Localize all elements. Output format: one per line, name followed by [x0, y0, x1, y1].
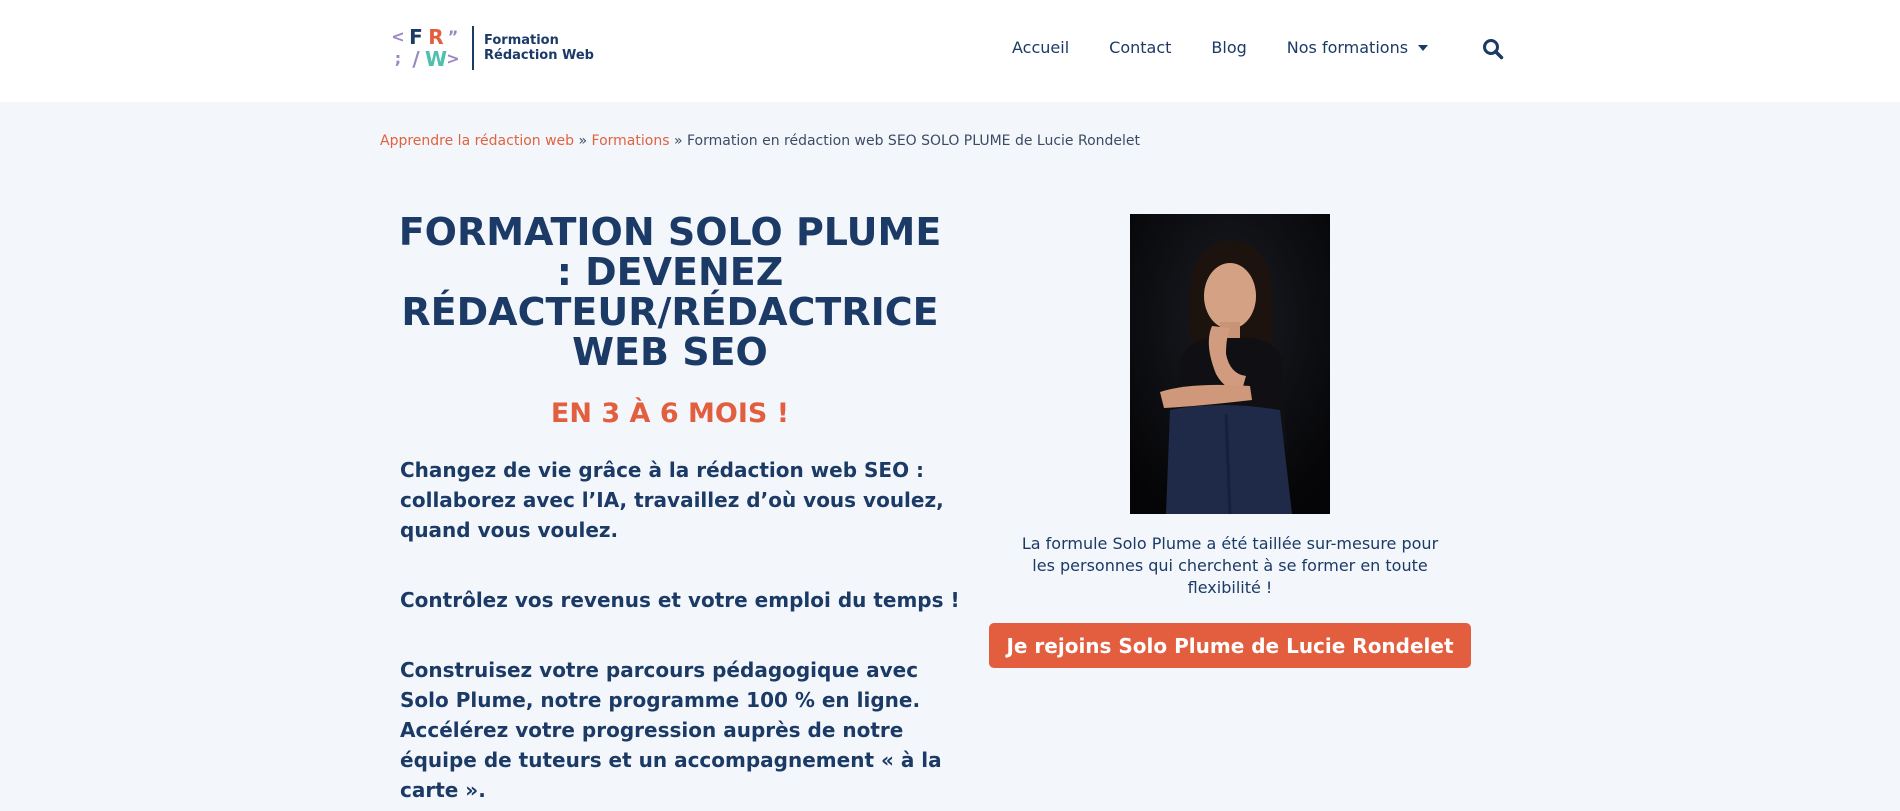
- caret-down-icon: [1418, 45, 1429, 51]
- intro-paragraph: Changez de vie grâce à la rédaction web …: [400, 458, 944, 542]
- logo-text-line1: Formation: [484, 33, 559, 48]
- join-solo-plume-button[interactable]: Je rejoins Solo Plume de Lucie Rondelet: [989, 623, 1471, 668]
- logo-glyph: R: [428, 25, 444, 49]
- logo-glyph: W: [424, 47, 448, 71]
- logo-text: Formation Rédaction Web: [484, 33, 594, 63]
- breadcrumb: Apprendre la rédaction web » Formations …: [380, 132, 1140, 150]
- breadcrumb-separator: »: [578, 133, 588, 149]
- photo-caption: La formule Solo Plume a été taillée sur-…: [1021, 534, 1439, 597]
- instructor-photo: [1130, 214, 1330, 514]
- site-header: < F R ” ; / W > Formation Rédaction Web …: [0, 0, 1900, 102]
- breadcrumb-separator: »: [673, 133, 683, 149]
- page-title: FORMATION SOLO PLUME : DEVENEZ RÉDACTEUR…: [398, 210, 942, 374]
- nav-item-label: Blog: [1211, 38, 1247, 57]
- nav-item-nos-formations[interactable]: Nos formations: [1286, 38, 1429, 58]
- main-nav: Accueil Contact Blog Nos formations: [1012, 38, 1468, 58]
- portrait-image: [1130, 214, 1330, 514]
- logo-glyph: ;: [394, 49, 402, 68]
- site-logo[interactable]: < F R ” ; / W > Formation Rédaction Web: [390, 24, 594, 72]
- logo-glyph: >: [446, 49, 460, 68]
- logo-text-line2: Rédaction Web: [484, 48, 594, 63]
- logo-glyph: F: [409, 25, 423, 49]
- intro-paragraph: Construisez votre parcours pédagogique a…: [400, 658, 942, 802]
- nav-item-label: Contact: [1109, 38, 1172, 57]
- nav-item-contact[interactable]: Contact: [1109, 38, 1171, 58]
- logo-mark: < F R ” ; / W >: [390, 26, 460, 70]
- intro-paragraph: Contrôlez vos revenus et votre emploi du…: [400, 588, 960, 612]
- nav-item-label: Nos formations: [1286, 38, 1409, 57]
- page-subtitle: EN 3 À 6 MOIS !: [550, 398, 790, 429]
- breadcrumb-link[interactable]: Formations: [592, 133, 670, 149]
- logo-glyph: ”: [447, 27, 459, 46]
- breadcrumb-link[interactable]: Apprendre la rédaction web: [380, 133, 574, 149]
- nav-item-label: Accueil: [1012, 38, 1070, 57]
- logo-glyph: /: [412, 47, 420, 71]
- nav-item-blog[interactable]: Blog: [1211, 38, 1246, 58]
- search-icon: [1483, 39, 1504, 60]
- breadcrumb-current: Formation en rédaction web SEO SOLO PLUM…: [686, 133, 1141, 149]
- logo-divider: [472, 26, 474, 70]
- nav-item-accueil[interactable]: Accueil: [1012, 38, 1069, 58]
- search-button[interactable]: [1482, 38, 1504, 60]
- logo-glyph: <: [391, 27, 405, 46]
